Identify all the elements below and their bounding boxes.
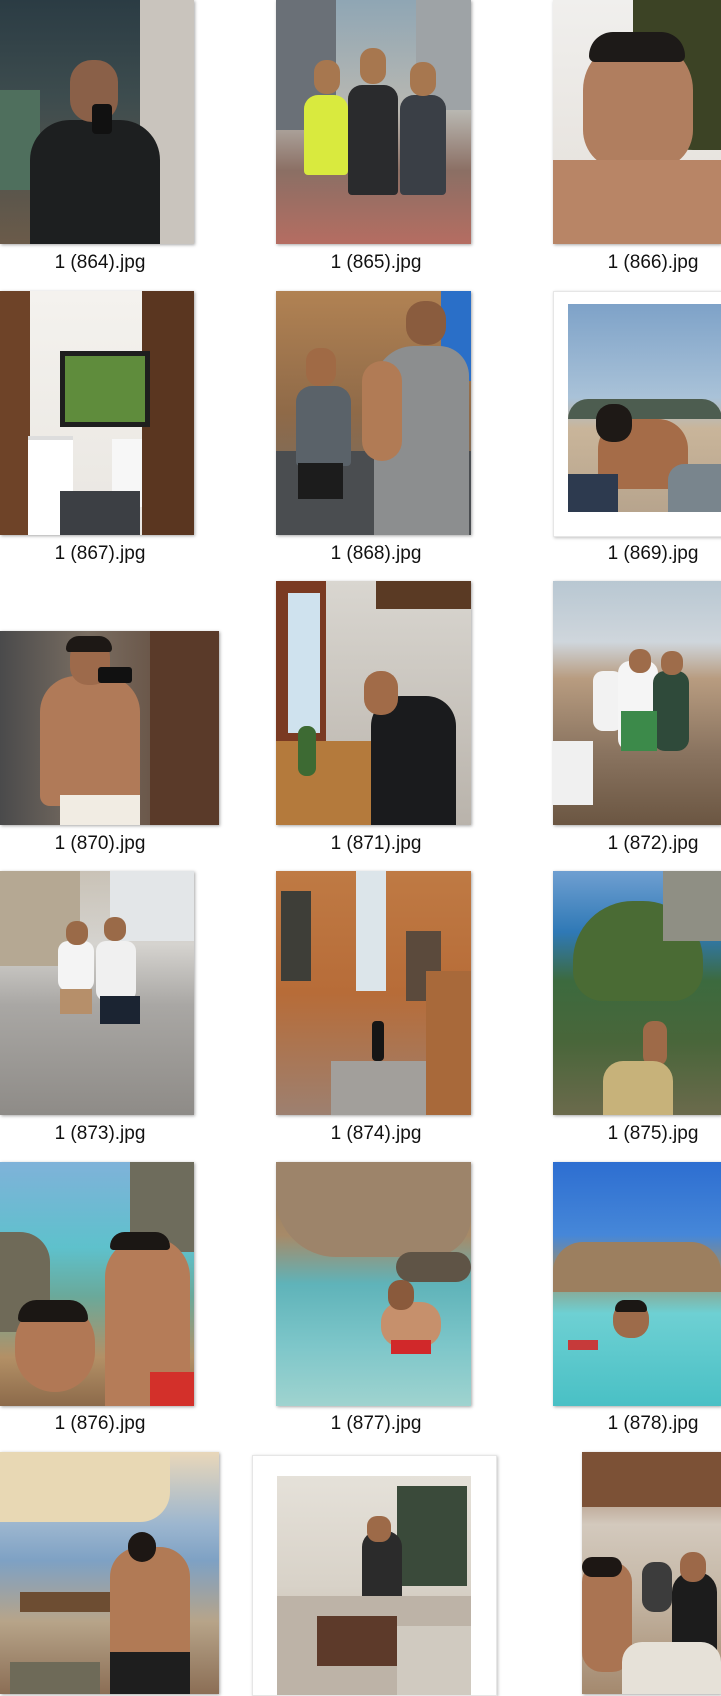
- thumbnail-image[interactable]: [582, 1452, 721, 1694]
- file-name-label: 1 (865).jpg: [330, 252, 422, 273]
- file-thumbnail-grid: 1 (864).jpg 1 (865).jpg 1 (866).jpg 1 (8…: [0, 0, 721, 1696]
- file-name-label: 1 (877).jpg: [330, 1413, 422, 1434]
- thumbnail-image[interactable]: [553, 291, 721, 537]
- thumbnail-image[interactable]: [0, 1162, 194, 1406]
- file-name-label: 1 (875).jpg: [607, 1123, 699, 1144]
- thumbnail-image[interactable]: [276, 581, 471, 825]
- file-name-label: 1 (868).jpg: [330, 543, 422, 564]
- thumbnail-image[interactable]: [0, 0, 194, 244]
- file-name-label: 1 (866).jpg: [607, 252, 699, 273]
- thumbnail-image[interactable]: [553, 1162, 721, 1406]
- file-name-label: 1 (878).jpg: [607, 1413, 699, 1434]
- file-name-label: 1 (876).jpg: [54, 1413, 146, 1434]
- thumbnail-image[interactable]: [276, 871, 471, 1115]
- thumbnail-image[interactable]: [276, 0, 471, 244]
- file-name-label: 1 (874).jpg: [330, 1123, 422, 1144]
- thumbnail-image[interactable]: [252, 1455, 497, 1696]
- file-name-label: 1 (864).jpg: [54, 252, 146, 273]
- file-name-label: 1 (871).jpg: [330, 833, 422, 854]
- thumbnail-image[interactable]: [0, 1452, 219, 1694]
- thumbnail-image[interactable]: [0, 291, 194, 535]
- file-name-label: 1 (869).jpg: [607, 543, 699, 564]
- file-name-label: 1 (870).jpg: [54, 833, 146, 854]
- file-name-label: 1 (873).jpg: [54, 1123, 146, 1144]
- thumbnail-image[interactable]: [553, 871, 721, 1115]
- file-name-label: 1 (872).jpg: [607, 833, 699, 854]
- thumbnail-image[interactable]: [276, 1162, 471, 1406]
- thumbnail-image[interactable]: [276, 291, 471, 535]
- thumbnail-image[interactable]: [553, 581, 721, 825]
- thumbnail-image[interactable]: [0, 631, 219, 825]
- file-name-label: 1 (867).jpg: [54, 543, 146, 564]
- thumbnail-image[interactable]: [553, 0, 721, 244]
- thumbnail-image[interactable]: [0, 871, 194, 1115]
